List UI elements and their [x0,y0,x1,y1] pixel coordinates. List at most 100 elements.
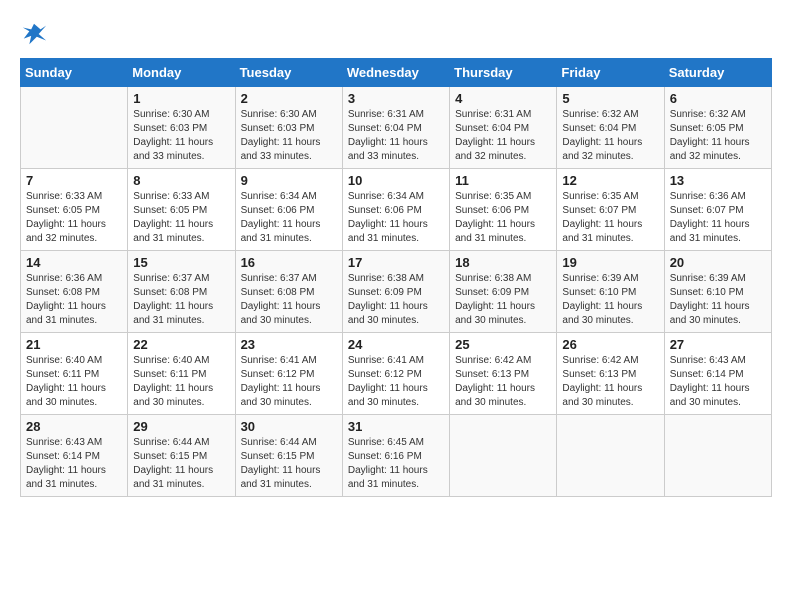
calendar-cell: 28 Sunrise: 6:43 AM Sunset: 6:14 PM Dayli… [21,415,128,497]
cell-content: Sunrise: 6:33 AM Sunset: 6:05 PM Dayligh… [133,190,229,246]
day-number: 24 [348,337,444,352]
cell-content: Sunrise: 6:30 AM Sunset: 6:03 PM Dayligh… [241,108,337,164]
cell-content: Sunrise: 6:36 AM Sunset: 6:08 PM Dayligh… [26,272,122,328]
calendar-cell: 17 Sunrise: 6:38 AM Sunset: 6:09 PM Dayli… [342,251,449,333]
day-number: 29 [133,419,229,434]
calendar-cell: 12Sunrise: 6:35 AM Sunset: 6:07 PM Dayli… [557,169,664,251]
day-number: 25 [455,337,551,352]
calendar-week-row: 21 Sunrise: 6:40 AM Sunset: 6:11 PM Dayli… [21,333,772,415]
calendar-cell: 26 Sunrise: 6:42 AM Sunset: 6:13 PM Dayli… [557,333,664,415]
cell-content: Sunrise: 6:31 AM Sunset: 6:04 PM Dayligh… [348,108,444,164]
calendar-cell: 11 Sunrise: 6:35 AM Sunset: 6:06 PM Dayli… [450,169,557,251]
cell-content: Sunrise: 6:38 AM Sunset: 6:09 PM Dayligh… [348,272,444,328]
header-monday: Monday [128,59,235,87]
cell-content: Sunrise: 6:36 AM Sunset: 6:07 PM Dayligh… [670,190,766,246]
calendar-week-row: 7 Sunrise: 6:33 AM Sunset: 6:05 PM Daylig… [21,169,772,251]
day-number: 26 [562,337,658,352]
day-number: 14 [26,255,122,270]
day-number: 22 [133,337,229,352]
header-friday: Friday [557,59,664,87]
cell-content: Sunrise: 6:41 AM Sunset: 6:12 PM Dayligh… [241,354,337,410]
cell-content: Sunrise: 6:42 AM Sunset: 6:13 PM Dayligh… [562,354,658,410]
cell-content: Sunrise: 6:43 AM Sunset: 6:14 PM Dayligh… [26,436,122,492]
calendar-cell: 14 Sunrise: 6:36 AM Sunset: 6:08 PM Dayli… [21,251,128,333]
day-number: 20 [670,255,766,270]
calendar-header-row: SundayMondayTuesdayWednesdayThursdayFrid… [21,59,772,87]
calendar-cell: 6Sunrise: 6:32 AM Sunset: 6:05 PM Daylig… [664,87,771,169]
day-number: 1 [133,91,229,106]
day-number: 10 [348,173,444,188]
calendar-cell: 4 Sunrise: 6:31 AM Sunset: 6:04 PM Daylig… [450,87,557,169]
header-saturday: Saturday [664,59,771,87]
day-number: 27 [670,337,766,352]
cell-content: Sunrise: 6:32 AM Sunset: 6:04 PM Dayligh… [562,108,658,164]
calendar-cell: 18Sunrise: 6:38 AM Sunset: 6:09 PM Dayli… [450,251,557,333]
calendar-table: SundayMondayTuesdayWednesdayThursdayFrid… [20,58,772,497]
day-number: 9 [241,173,337,188]
day-number: 21 [26,337,122,352]
day-number: 23 [241,337,337,352]
calendar-cell: 27 Sunrise: 6:43 AM Sunset: 6:14 PM Dayli… [664,333,771,415]
cell-content: Sunrise: 6:44 AM Sunset: 6:15 PM Dayligh… [133,436,229,492]
cell-content: Sunrise: 6:45 AM Sunset: 6:16 PM Dayligh… [348,436,444,492]
calendar-cell: 16 Sunrise: 6:37 AM Sunset: 6:08 PM Dayli… [235,251,342,333]
day-number: 30 [241,419,337,434]
calendar-cell: 13 Sunrise: 6:36 AM Sunset: 6:07 PM Dayli… [664,169,771,251]
cell-content: Sunrise: 6:40 AM Sunset: 6:11 PM Dayligh… [133,354,229,410]
day-number: 19 [562,255,658,270]
cell-content: Sunrise: 6:37 AM Sunset: 6:08 PM Dayligh… [241,272,337,328]
day-number: 4 [455,91,551,106]
day-number: 13 [670,173,766,188]
calendar-cell [21,87,128,169]
calendar-cell: 24 Sunrise: 6:41 AM Sunset: 6:12 PM Dayli… [342,333,449,415]
cell-content: Sunrise: 6:37 AM Sunset: 6:08 PM Dayligh… [133,272,229,328]
calendar-week-row: 14 Sunrise: 6:36 AM Sunset: 6:08 PM Dayli… [21,251,772,333]
day-number: 5 [562,91,658,106]
calendar-cell: 1Sunrise: 6:30 AM Sunset: 6:03 PM Daylig… [128,87,235,169]
cell-content: Sunrise: 6:43 AM Sunset: 6:14 PM Dayligh… [670,354,766,410]
calendar-cell: 10 Sunrise: 6:34 AM Sunset: 6:06 PM Dayli… [342,169,449,251]
cell-content: Sunrise: 6:34 AM Sunset: 6:06 PM Dayligh… [241,190,337,246]
cell-content: Sunrise: 6:44 AM Sunset: 6:15 PM Dayligh… [241,436,337,492]
day-number: 16 [241,255,337,270]
calendar-cell: 9 Sunrise: 6:34 AM Sunset: 6:06 PM Daylig… [235,169,342,251]
day-number: 7 [26,173,122,188]
cell-content: Sunrise: 6:38 AM Sunset: 6:09 PM Dayligh… [455,272,551,328]
header-wednesday: Wednesday [342,59,449,87]
day-number: 28 [26,419,122,434]
cell-content: Sunrise: 6:42 AM Sunset: 6:13 PM Dayligh… [455,354,551,410]
calendar-cell: 15 Sunrise: 6:37 AM Sunset: 6:08 PM Dayli… [128,251,235,333]
calendar-cell: 30 Sunrise: 6:44 AM Sunset: 6:15 PM Dayli… [235,415,342,497]
calendar-cell: 22 Sunrise: 6:40 AM Sunset: 6:11 PM Dayli… [128,333,235,415]
cell-content: Sunrise: 6:41 AM Sunset: 6:12 PM Dayligh… [348,354,444,410]
calendar-cell: 31 Sunrise: 6:45 AM Sunset: 6:16 PM Dayli… [342,415,449,497]
calendar-cell: 3 Sunrise: 6:31 AM Sunset: 6:04 PM Daylig… [342,87,449,169]
day-number: 15 [133,255,229,270]
cell-content: Sunrise: 6:34 AM Sunset: 6:06 PM Dayligh… [348,190,444,246]
calendar-cell: 29 Sunrise: 6:44 AM Sunset: 6:15 PM Dayli… [128,415,235,497]
cell-content: Sunrise: 6:35 AM Sunset: 6:07 PM Dayligh… [562,190,658,246]
header-thursday: Thursday [450,59,557,87]
calendar-cell: 21 Sunrise: 6:40 AM Sunset: 6:11 PM Dayli… [21,333,128,415]
calendar-cell: 2Sunrise: 6:30 AM Sunset: 6:03 PM Daylig… [235,87,342,169]
cell-content: Sunrise: 6:32 AM Sunset: 6:05 PM Dayligh… [670,108,766,164]
calendar-week-row: 1 Sunrise: 6:30 AM Sunset: 6:03 PM Daylig… [21,87,772,169]
calendar-cell: 25 Sunrise: 6:42 AM Sunset: 6:13 PM Dayli… [450,333,557,415]
cell-content: Sunrise: 6:31 AM Sunset: 6:04 PM Dayligh… [455,108,551,164]
header-sunday: Sunday [21,59,128,87]
logo-icon [20,20,48,48]
cell-content: Sunrise: 6:35 AM Sunset: 6:06 PM Dayligh… [455,190,551,246]
day-number: 31 [348,419,444,434]
calendar-cell: 8Sunrise: 6:33 AM Sunset: 6:05 PM Daylig… [128,169,235,251]
calendar-week-row: 28 Sunrise: 6:43 AM Sunset: 6:14 PM Dayli… [21,415,772,497]
calendar-cell: 19 Sunrise: 6:39 AM Sunset: 6:10 PM Dayli… [557,251,664,333]
cell-content: Sunrise: 6:39 AM Sunset: 6:10 PM Dayligh… [670,272,766,328]
cell-content: Sunrise: 6:40 AM Sunset: 6:11 PM Dayligh… [26,354,122,410]
calendar-cell [664,415,771,497]
calendar-cell: 5 Sunrise: 6:32 AM Sunset: 6:04 PM Daylig… [557,87,664,169]
cell-content: Sunrise: 6:39 AM Sunset: 6:10 PM Dayligh… [562,272,658,328]
day-number: 11 [455,173,551,188]
day-number: 17 [348,255,444,270]
logo [20,20,52,48]
day-number: 3 [348,91,444,106]
